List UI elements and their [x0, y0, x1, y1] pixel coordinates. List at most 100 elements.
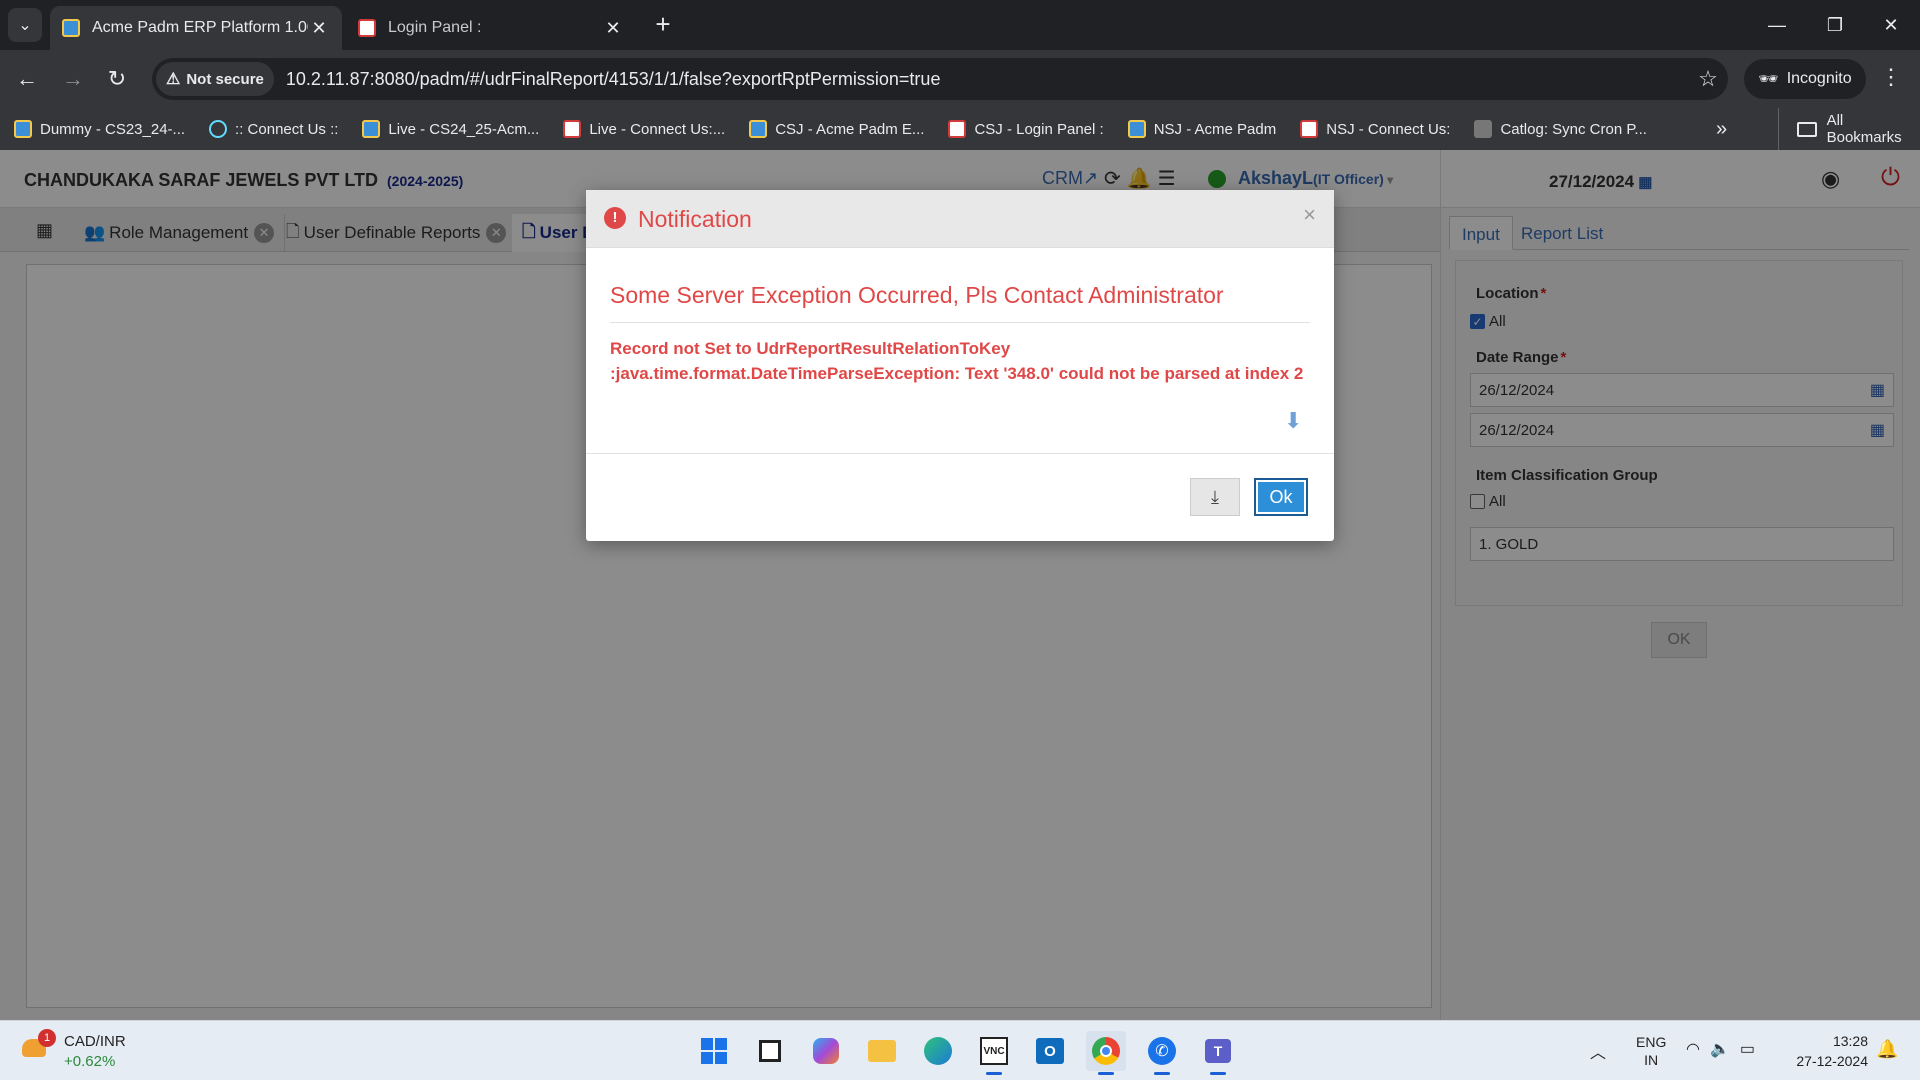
lang-code: ENG — [1636, 1034, 1667, 1050]
bookmarks-bar: Dummy - CS23_24-... :: Connect Us :: Liv… — [0, 108, 1920, 150]
tab-search-button[interactable]: ⌄ — [8, 8, 42, 42]
bookmark-item[interactable]: Live - Connect Us:... — [549, 120, 735, 138]
input-language[interactable]: ENG IN — [1636, 1033, 1666, 1069]
vnc-viewer-icon[interactable]: VNC — [974, 1031, 1014, 1075]
bookmark-item[interactable]: NSJ - Connect Us: — [1286, 120, 1460, 138]
minimize-icon[interactable]: — — [1748, 0, 1806, 50]
dialog-header: ! Notification × — [586, 190, 1334, 248]
start-icon[interactable] — [694, 1031, 734, 1071]
incognito-label: Incognito — [1786, 70, 1852, 87]
incognito-badge[interactable]: 🕶 Incognito — [1744, 59, 1866, 99]
bookmark-label: Live - Connect Us:... — [589, 120, 726, 138]
bookmark-item[interactable]: Dummy - CS23_24-... — [0, 120, 195, 138]
url-text[interactable]: 10.2.11.87:8080/padm/#/udrFinalReport/41… — [286, 69, 1688, 90]
close-window-icon[interactable]: ✕ — [1862, 0, 1920, 50]
teams-icon[interactable]: T — [1198, 1031, 1238, 1075]
battery-icon: ▭ — [1739, 1041, 1756, 1058]
not-secure-label: Not secure — [186, 70, 264, 88]
incognito-icon: 🕶 — [1758, 71, 1779, 88]
region-code: IN — [1644, 1052, 1659, 1068]
edge-icon[interactable] — [918, 1031, 958, 1071]
exclamation-icon: ! — [604, 207, 626, 229]
all-bookmarks-button[interactable]: All Bookmarks — [1778, 108, 1920, 150]
phone-link-icon[interactable]: ✆ — [1142, 1031, 1182, 1075]
bookmark-label: CSJ - Login Panel : — [974, 120, 1104, 138]
expand-arrow-icon[interactable]: ⬇ — [1284, 408, 1302, 434]
bookmark-label: Dummy - CS23_24-... — [40, 120, 186, 138]
browser-menu-icon[interactable]: ⋮ — [1876, 64, 1906, 94]
bookmark-label: NSJ - Acme Padm — [1153, 120, 1277, 138]
close-tab-icon[interactable]: ✕ — [308, 18, 330, 39]
bookmark-label: CSJ - Acme Padm E... — [775, 120, 925, 138]
erp-bookmark-icon — [14, 120, 32, 138]
volume-icon: 🔈 — [1709, 1041, 1730, 1058]
close-tab-icon[interactable]: ✕ — [602, 18, 624, 39]
weather-widget[interactable]: 1 — [22, 1029, 56, 1061]
taskbar-apps: VNC O ✆ T — [694, 1031, 1238, 1075]
time-text: 13:28 — [1832, 1033, 1868, 1049]
browser-tabstrip: ⌄ Acme Padm ERP Platform 1.00 2 ✕ Login … — [0, 0, 1920, 50]
dialog-ok-button[interactable]: Ok — [1254, 478, 1308, 516]
system-clock[interactable]: 13:28 27-12-2024 — [1786, 1031, 1868, 1071]
all-bookmarks-label: All Bookmarks — [1826, 112, 1902, 146]
copilot-icon[interactable] — [806, 1031, 846, 1071]
task-view-icon[interactable] — [750, 1031, 790, 1071]
download-icon: ⤓ — [1211, 486, 1219, 507]
browser-toolbar: ← → ↻ ⚠ Not secure 10.2.11.87:8080/padm/… — [0, 50, 1920, 108]
login-favicon-icon — [358, 19, 376, 37]
restore-icon[interactable]: ❐ — [1806, 0, 1864, 50]
erp-bookmark-icon — [362, 120, 381, 138]
dialog-close-icon[interactable]: × — [1303, 202, 1316, 228]
login-bookmark-icon — [948, 120, 967, 138]
error-message: Record not Set to UdrReportResultRelatio… — [610, 339, 1304, 383]
address-bar[interactable]: ⚠ Not secure 10.2.11.87:8080/padm/#/udrF… — [152, 58, 1728, 100]
folder-icon — [1797, 121, 1817, 137]
bookmark-item[interactable]: NSJ - Acme Padm — [1114, 120, 1287, 138]
bookmark-item[interactable]: Catlog: Sync Cron P... — [1460, 120, 1656, 138]
error-heading: Some Server Exception Occurred, Pls Cont… — [610, 282, 1224, 308]
site-info-button[interactable]: ⚠ Not secure — [156, 62, 274, 96]
react-bookmark-icon — [209, 120, 228, 138]
bookmark-item[interactable]: CSJ - Login Panel : — [934, 120, 1113, 138]
bookmark-item[interactable]: :: Connect Us :: — [195, 120, 348, 138]
system-tray[interactable]: ◠ 🔈 ▭ — [1686, 1039, 1755, 1059]
back-icon[interactable]: ← — [10, 62, 44, 96]
bookmark-label: NSJ - Connect Us: — [1326, 120, 1451, 138]
bookmark-label: Catlog: Sync Cron P... — [1500, 120, 1647, 138]
notifications-bell-icon[interactable]: 🔔 — [1876, 1039, 1898, 1060]
tab-title: Acme Padm ERP Platform 1.00 2 — [92, 19, 308, 36]
windows-taskbar: 1 CAD/INR +0.62% VNC O ✆ T ︿ ENG IN ◠ 🔈 ▭… — [0, 1020, 1920, 1080]
bookmark-label: :: Connect Us :: — [235, 120, 339, 138]
date-text: 27-12-2024 — [1796, 1053, 1868, 1069]
erp-bookmark-icon — [1127, 120, 1146, 138]
notification-badge: 1 — [38, 1029, 56, 1047]
login-bookmark-icon — [1300, 120, 1319, 138]
login-bookmark-icon — [563, 120, 582, 138]
warning-icon: ⚠ — [166, 71, 181, 88]
forward-icon[interactable]: → — [56, 62, 90, 96]
notification-dialog: ! Notification × Some Server Exception O… — [586, 190, 1334, 541]
catalog-bookmark-icon — [1474, 120, 1493, 138]
ticker-change: +0.62% — [64, 1053, 116, 1070]
browser-tab[interactable]: Login Panel : ✕ — [346, 6, 636, 50]
divider — [586, 453, 1334, 454]
show-hidden-icons[interactable]: ︿ — [1590, 1039, 1606, 1063]
bookmark-item[interactable]: CSJ - Acme Padm E... — [735, 120, 934, 138]
browser-tab-active[interactable]: Acme Padm ERP Platform 1.00 2 ✕ — [50, 6, 342, 50]
divider — [610, 322, 1310, 323]
bookmark-item[interactable]: Live - CS24_25-Acm... — [348, 120, 549, 138]
more-bookmarks-icon[interactable]: » — [1716, 108, 1727, 150]
bookmark-label: Live - CS24_25-Acm... — [388, 120, 540, 138]
erp-favicon-icon — [62, 19, 80, 37]
chrome-icon[interactable] — [1086, 1031, 1126, 1075]
new-tab-icon[interactable]: + — [648, 10, 678, 40]
ticker-name: CAD/INR — [64, 1033, 126, 1050]
wifi-icon: ◠ — [1686, 1041, 1700, 1058]
file-explorer-icon[interactable] — [862, 1031, 902, 1071]
outlook-icon[interactable]: O — [1030, 1031, 1070, 1071]
download-button[interactable]: ⤓ — [1190, 478, 1240, 516]
tab-title: Login Panel : — [388, 19, 482, 36]
reload-icon[interactable]: ↻ — [100, 62, 134, 96]
bookmark-star-icon[interactable]: ☆ — [1688, 66, 1728, 92]
erp-bookmark-icon — [749, 120, 768, 138]
